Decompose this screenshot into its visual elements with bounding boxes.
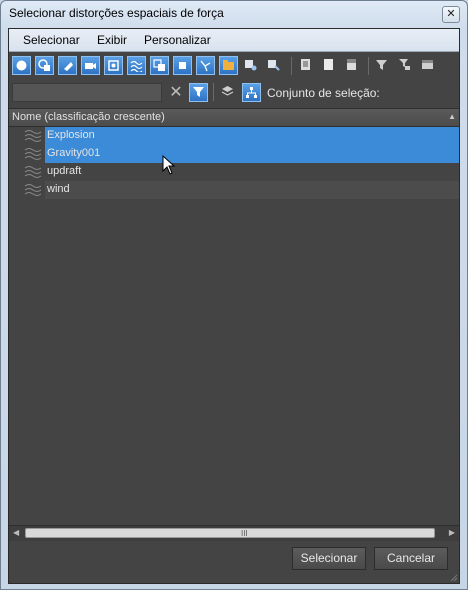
list-item[interactable]: wind <box>9 181 459 199</box>
layers-icon[interactable] <box>219 83 238 102</box>
selection-highlight <box>45 127 459 145</box>
dialog-window: Selecionar distorções espaciais de força… <box>0 0 468 590</box>
horizontal-scrollbar[interactable]: ◀ III ▶ <box>9 525 459 541</box>
menu-exibir[interactable]: Exibir <box>97 33 127 47</box>
frozen-filter-icon[interactable] <box>242 56 261 75</box>
sort-ascending-icon: ▲ <box>448 112 456 121</box>
window-title: Selecionar distorções espaciais de força <box>9 6 224 20</box>
select-invert-icon[interactable] <box>343 56 362 75</box>
bones-filter-icon[interactable] <box>196 56 215 75</box>
space-warp-icon <box>24 184 42 196</box>
cameras-filter-icon[interactable] <box>81 56 100 75</box>
groups-filter-icon[interactable] <box>150 56 169 75</box>
cancel-button[interactable]: Cancelar <box>374 547 448 570</box>
list-item-name: updraft <box>47 165 82 177</box>
space-warp-icon <box>24 148 42 160</box>
toolbar-separator <box>291 57 292 75</box>
hierarchy-icon[interactable] <box>242 83 261 102</box>
mouse-pointer-icon <box>162 155 176 175</box>
select-all-icon[interactable] <box>297 56 316 75</box>
list-item[interactable]: Explosion <box>9 127 459 145</box>
find-case-sensitive-icon[interactable] <box>189 83 208 102</box>
row-stripe <box>45 181 459 199</box>
list-item-name: Explosion <box>47 129 95 141</box>
filter-row: ✕ Conjunto de seleção: <box>9 80 459 106</box>
xrefs-filter-icon[interactable] <box>173 56 192 75</box>
name-filter-input[interactable] <box>12 83 162 102</box>
resize-grip-icon[interactable] <box>448 572 458 582</box>
select-none-icon[interactable] <box>320 56 339 75</box>
space-warp-icon <box>24 130 42 142</box>
display-options-icon[interactable] <box>419 56 438 75</box>
shapes-filter-icon[interactable] <box>35 56 54 75</box>
menu-selecionar[interactable]: Selecionar <box>23 33 80 47</box>
containers-filter-icon[interactable] <box>219 56 238 75</box>
close-button[interactable]: ✕ <box>442 6 460 23</box>
dialog-body: Selecionar Exibir Personalizar ✕ Conjunt… <box>8 28 460 584</box>
list-item-name: Gravity001 <box>47 147 101 159</box>
lights-filter-icon[interactable] <box>58 56 77 75</box>
list-item[interactable]: Gravity001 <box>9 145 459 163</box>
selection-set-label: Conjunto de seleção: <box>267 86 380 100</box>
menu-personalizar[interactable]: Personalizar <box>144 33 211 47</box>
list-item-name: wind <box>47 183 70 195</box>
scroll-left-icon[interactable]: ◀ <box>13 528 19 537</box>
space-warp-icon <box>24 166 42 178</box>
toolbar-separator <box>368 57 369 75</box>
object-list: Explosion Gravity001 updraft wind <box>9 127 459 525</box>
toolbar-separator <box>213 83 214 101</box>
selection-highlight <box>45 145 459 163</box>
clear-filter-icon[interactable]: ✕ <box>169 83 183 102</box>
column-header-name[interactable]: Nome (classificação crescente) <box>12 111 165 123</box>
helpers-filter-icon[interactable] <box>104 56 123 75</box>
scroll-grip: III <box>241 529 248 538</box>
filter-icon[interactable] <box>373 56 392 75</box>
select-button[interactable]: Selecionar <box>292 547 366 570</box>
filter-options-icon[interactable] <box>396 56 415 75</box>
hidden-filter-icon[interactable] <box>265 56 284 75</box>
list-item[interactable]: updraft <box>9 163 459 181</box>
space-warps-filter-icon[interactable] <box>127 56 146 75</box>
geometry-filter-icon[interactable] <box>12 56 31 75</box>
filter-toolbar <box>9 52 459 80</box>
list-header[interactable]: Nome (classificação crescente) ▲ <box>9 108 459 127</box>
scrollbar-thumb[interactable]: III <box>25 528 435 538</box>
menu-bar: Selecionar Exibir Personalizar <box>9 29 459 52</box>
scroll-right-icon[interactable]: ▶ <box>449 528 455 537</box>
title-bar[interactable]: Selecionar distorções espaciais de força… <box>1 1 467 27</box>
